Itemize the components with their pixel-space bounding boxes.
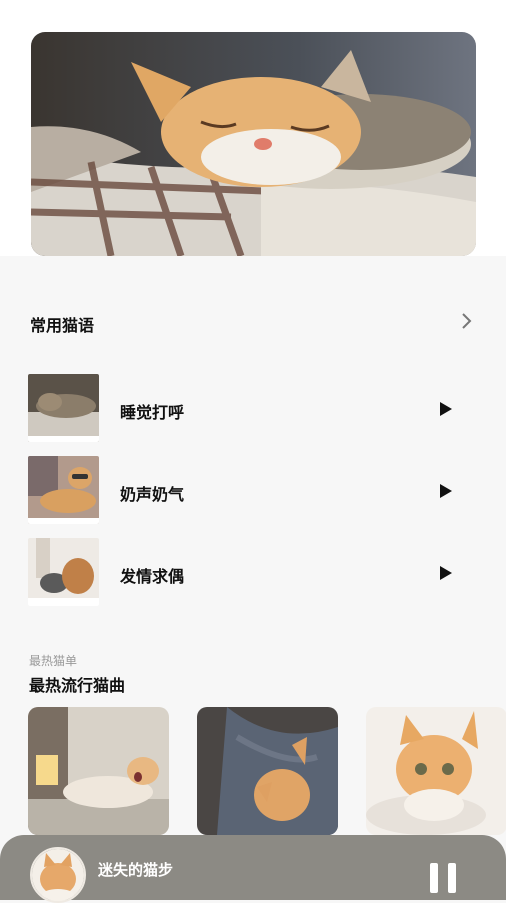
hero-banner-image[interactable] <box>31 32 476 256</box>
sound-thumbnail <box>28 456 99 524</box>
sound-thumbnail <box>28 374 99 442</box>
mini-player[interactable]: 迷失的猫步 <box>0 835 506 903</box>
status-bar <box>0 0 506 19</box>
play-icon[interactable] <box>438 401 454 417</box>
playlist-card[interactable] <box>197 707 338 835</box>
play-icon[interactable] <box>438 565 454 581</box>
common-sounds-header[interactable]: 常用猫语 <box>0 300 506 340</box>
sound-item[interactable]: 睡觉打呼 <box>0 374 506 444</box>
now-playing-cover <box>30 847 86 903</box>
sound-item[interactable]: 发情求偶 <box>0 538 506 608</box>
sound-label: 奶声奶气 <box>120 485 185 504</box>
play-icon[interactable] <box>438 483 454 499</box>
now-playing-title: 迷失的猫步 <box>98 861 174 879</box>
popular-subtitle: 最热猫单 <box>29 654 78 668</box>
hero-section <box>0 18 506 256</box>
pause-icon[interactable] <box>430 863 458 893</box>
sound-label: 发情求偶 <box>120 567 185 586</box>
popular-title: 最热流行猫曲 <box>29 676 126 695</box>
sound-label: 睡觉打呼 <box>120 403 185 422</box>
playlist-card[interactable] <box>366 707 506 835</box>
playlist-card[interactable] <box>28 707 169 835</box>
chevron-right-icon[interactable] <box>458 310 476 332</box>
sound-item[interactable]: 奶声奶气 <box>0 456 506 526</box>
section-title: 常用猫语 <box>30 316 95 335</box>
sound-thumbnail <box>28 538 99 606</box>
